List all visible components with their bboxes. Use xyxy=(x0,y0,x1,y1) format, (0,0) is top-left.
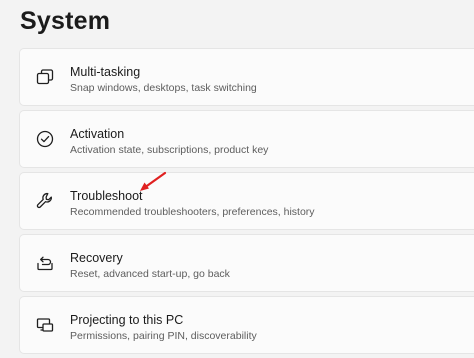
settings-list: Multi-tasking Snap windows, desktops, ta… xyxy=(19,48,474,358)
settings-item-subtitle: Permissions, pairing PIN, discoverabilit… xyxy=(70,330,257,342)
activation-check-icon xyxy=(35,129,55,149)
recovery-icon xyxy=(35,253,55,273)
settings-item-title: Multi-tasking xyxy=(70,65,141,79)
projecting-icon xyxy=(35,315,55,335)
settings-item-title: Troubleshoot xyxy=(70,189,143,203)
annotation-arrow-icon xyxy=(140,171,167,191)
settings-item-title: Activation xyxy=(70,127,125,141)
settings-item-title: Recovery xyxy=(70,251,123,265)
page-title: System xyxy=(20,7,111,35)
settings-item-projecting[interactable]: Projecting to this PC Permissions, pairi… xyxy=(19,296,474,354)
multitasking-icon xyxy=(35,67,55,87)
settings-item-recovery[interactable]: Recovery Reset, advanced start-up, go ba… xyxy=(19,234,474,292)
settings-item-subtitle: Recommended troubleshooters, preferences… xyxy=(70,206,315,218)
settings-item-title: Projecting to this PC xyxy=(70,313,184,327)
wrench-icon xyxy=(35,191,55,211)
settings-item-multitasking[interactable]: Multi-tasking Snap windows, desktops, ta… xyxy=(19,48,474,106)
settings-item-subtitle: Reset, advanced start-up, go back xyxy=(70,268,230,280)
settings-item-activation[interactable]: Activation Activation state, subscriptio… xyxy=(19,110,474,168)
settings-item-subtitle: Activation state, subscriptions, product… xyxy=(70,144,269,156)
settings-item-troubleshoot[interactable]: Troubleshoot Recommended troubleshooters… xyxy=(19,172,474,230)
settings-item-subtitle: Snap windows, desktops, task switching xyxy=(70,82,257,94)
